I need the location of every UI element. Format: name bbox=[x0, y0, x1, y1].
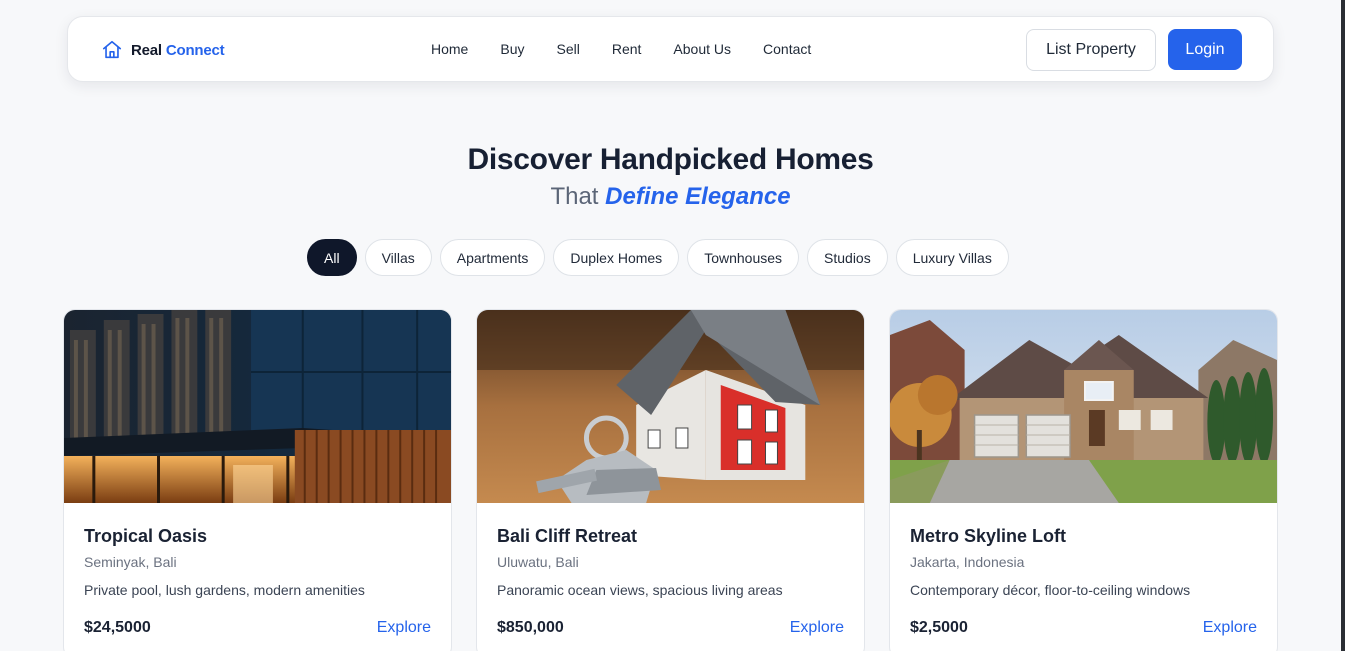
filter-chip-apartments[interactable]: Apartments bbox=[439, 239, 546, 276]
filter-chip-duplex-homes[interactable]: Duplex Homes bbox=[553, 239, 680, 276]
card-body: Tropical Oasis Seminyak, Bali Private po… bbox=[64, 503, 451, 651]
property-card[interactable]: Tropical Oasis Seminyak, Bali Private po… bbox=[63, 309, 452, 651]
window-edge bbox=[1341, 0, 1345, 651]
property-card[interactable]: Metro Skyline Loft Jakarta, Indonesia Co… bbox=[889, 309, 1278, 651]
nav-link-rent[interactable]: Rent bbox=[612, 41, 642, 57]
brand-name-connect: Connect bbox=[165, 41, 225, 59]
property-image-house-model-keys bbox=[477, 310, 864, 503]
card-description: Private pool, lush gardens, modern ameni… bbox=[84, 582, 365, 598]
login-button[interactable]: Login bbox=[1168, 29, 1242, 70]
card-body: Metro Skyline Loft Jakarta, Indonesia Co… bbox=[890, 503, 1277, 651]
list-property-button[interactable]: List Property bbox=[1026, 29, 1156, 71]
explore-link[interactable]: Explore bbox=[377, 619, 431, 637]
card-price: $850,000 bbox=[497, 619, 564, 636]
card-title: Metro Skyline Loft bbox=[910, 526, 1067, 546]
card-location: Jakarta, Indonesia bbox=[910, 554, 1025, 570]
hero-title: Discover Handpicked Homes bbox=[467, 143, 874, 176]
hero-subtitle: That Define Elegance bbox=[0, 183, 1341, 211]
brand-name-real: Real bbox=[131, 41, 162, 59]
hero-subtitle-prefix: That bbox=[550, 183, 599, 210]
nav-link-about[interactable]: About Us bbox=[673, 41, 731, 57]
hero-subtitle-accent: Define Elegance bbox=[605, 183, 791, 210]
card-body: Bali Cliff Retreat Uluwatu, Bali Panoram… bbox=[477, 503, 864, 651]
filter-chip-all[interactable]: All bbox=[307, 239, 357, 276]
card-price: $2,5000 bbox=[910, 619, 968, 636]
card-title: Tropical Oasis bbox=[84, 526, 208, 546]
brand-logo[interactable]: Real Connect bbox=[101, 39, 225, 61]
card-title: Bali Cliff Retreat bbox=[497, 526, 638, 546]
card-location: Seminyak, Bali bbox=[84, 554, 177, 570]
brand-name: Real Connect bbox=[131, 41, 225, 59]
nav-link-sell[interactable]: Sell bbox=[556, 41, 579, 57]
filter-chip-luxury-villas[interactable]: Luxury Villas bbox=[895, 239, 1009, 276]
card-description: Contemporary décor, floor-to-ceiling win… bbox=[910, 582, 1191, 598]
property-image-suburban-house bbox=[890, 310, 1277, 503]
category-filters: All Villas Apartments Duplex Homes Townh… bbox=[307, 239, 1009, 276]
main-nav: Home Buy Sell Rent About Us Contact bbox=[431, 41, 843, 57]
filter-chip-studios[interactable]: Studios bbox=[807, 239, 888, 276]
explore-link[interactable]: Explore bbox=[1203, 619, 1257, 637]
card-description: Panoramic ocean views, spacious living a… bbox=[497, 582, 783, 598]
card-price: $24,5000 bbox=[84, 619, 151, 636]
house-icon bbox=[102, 40, 122, 59]
filter-chip-villas[interactable]: Villas bbox=[364, 239, 432, 276]
navbar: Real Connect Home Buy Sell Rent About Us… bbox=[67, 16, 1274, 82]
explore-link[interactable]: Explore bbox=[790, 619, 844, 637]
card-location: Uluwatu, Bali bbox=[497, 554, 579, 570]
nav-link-buy[interactable]: Buy bbox=[500, 41, 524, 57]
property-card[interactable]: Bali Cliff Retreat Uluwatu, Bali Panoram… bbox=[476, 309, 865, 651]
nav-link-home[interactable]: Home bbox=[431, 41, 468, 57]
filter-chip-townhouses[interactable]: Townhouses bbox=[687, 239, 800, 276]
property-image-modern-facade bbox=[64, 310, 451, 503]
nav-link-contact[interactable]: Contact bbox=[763, 41, 811, 57]
